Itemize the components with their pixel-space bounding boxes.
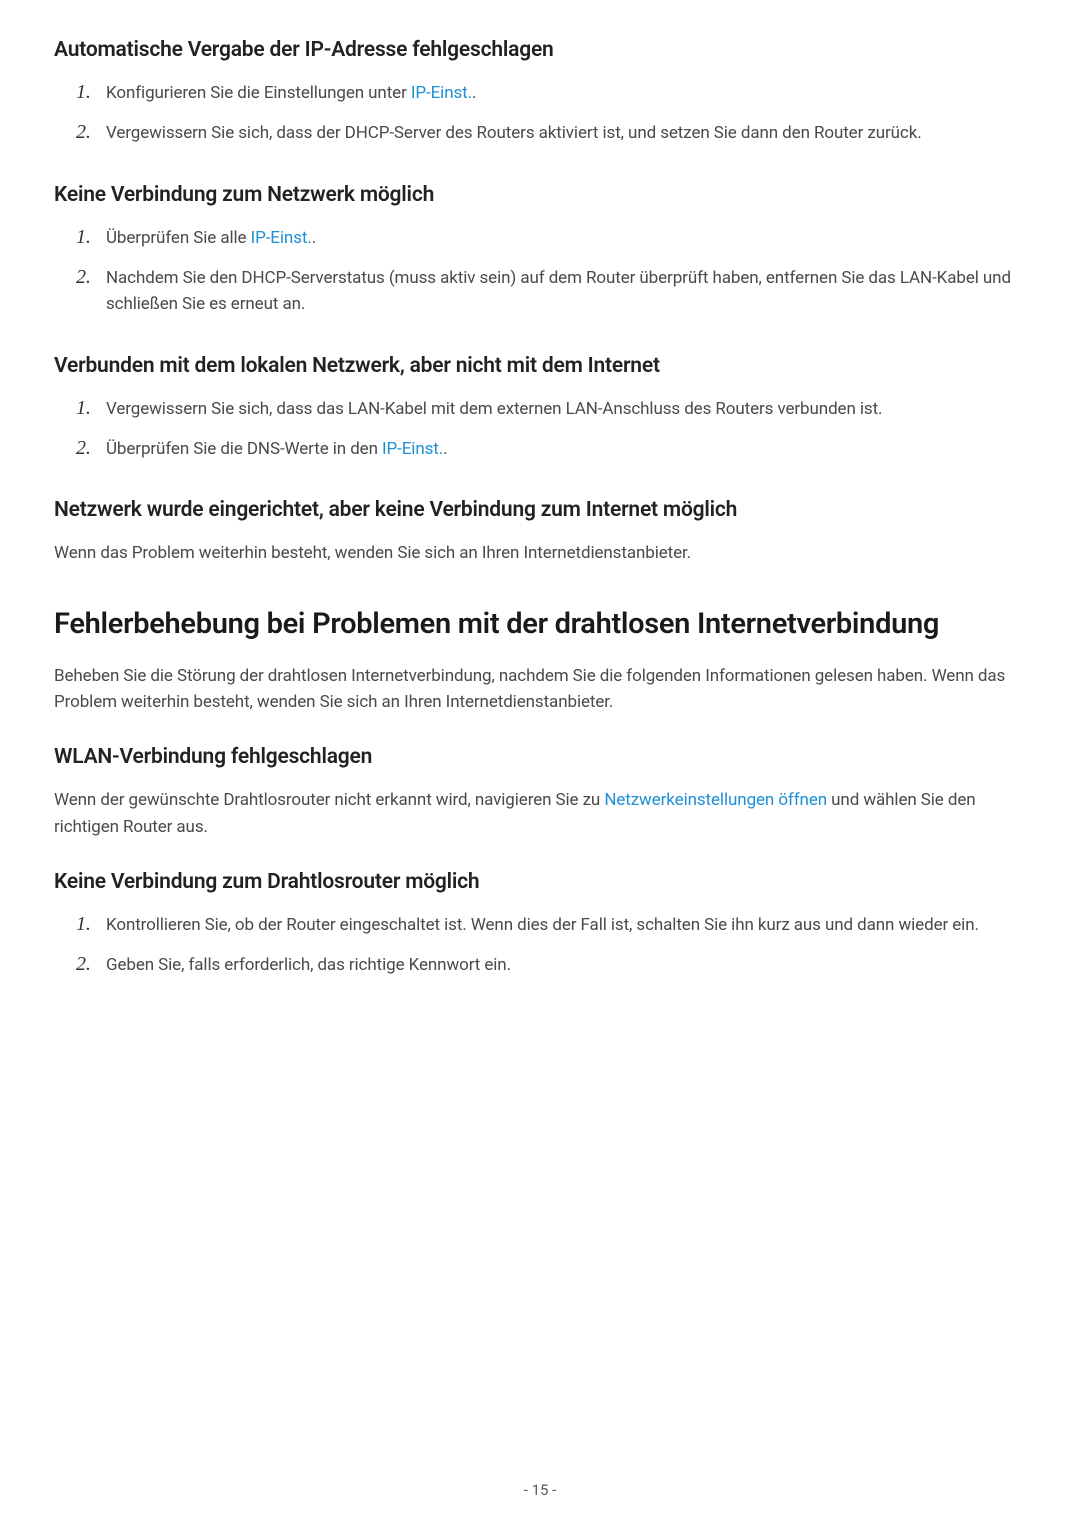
section-wlan-failed: WLAN-Verbindung fehlgeschlagen Wenn der … [54,745,1026,840]
list-auto-ip: Konfigurieren Sie die Einstellungen unte… [76,80,1026,147]
list-item: Nachdem Sie den DHCP-Serverstatus (muss … [76,265,1026,318]
text-prefix: Überprüfen Sie die DNS-Werte in den [106,439,382,459]
section-no-router: Keine Verbindung zum Drahtlosrouter mögl… [54,870,1026,979]
list-item: Konfigurieren Sie die Einstellungen unte… [76,80,1026,106]
section-auto-ip-failed: Automatische Vergabe der IP-Adresse fehl… [54,38,1026,147]
paragraph-wlan: Wenn der gewünschte Drahtlosrouter nicht… [54,787,1026,840]
heading-wireless-troubleshooting: Fehlerbehebung bei Problemen mit der dra… [54,607,1026,641]
text-suffix: . [472,83,476,103]
text-prefix: Überprüfen Sie alle [106,228,251,248]
link-network-settings[interactable]: Netzwerkeinstellungen öffnen [604,790,827,810]
heading-setup-no-internet: Netzwerk wurde eingerichtet, aber keine … [54,498,1026,522]
heading-no-router: Keine Verbindung zum Drahtlosrouter mögl… [54,870,1026,894]
section-no-network: Keine Verbindung zum Netzwerk möglich Üb… [54,183,1026,318]
link-ip-einst[interactable]: IP-Einst. [382,439,443,459]
page-number: - 15 - [0,1481,1080,1499]
link-ip-einst[interactable]: IP-Einst. [251,228,312,248]
section-setup-no-internet: Netzwerk wurde eingerichtet, aber keine … [54,498,1026,566]
text-suffix: . [443,439,447,459]
link-ip-einst[interactable]: IP-Einst. [411,83,472,103]
list-item: Kontrollieren Sie, ob der Router eingesc… [76,912,1026,938]
heading-wlan-failed: WLAN-Verbindung fehlgeschlagen [54,745,1026,769]
text-prefix: Wenn der gewünschte Drahtlosrouter nicht… [54,790,604,810]
list-item: Überprüfen Sie alle IP-Einst.. [76,225,1026,251]
list-no-router: Kontrollieren Sie, ob der Router eingesc… [76,912,1026,979]
list-item: Vergewissern Sie sich, dass das LAN-Kabe… [76,396,1026,422]
list-item: Überprüfen Sie die DNS-Werte in den IP-E… [76,436,1026,462]
list-item: Vergewissern Sie sich, dass der DHCP-Ser… [76,120,1026,146]
text-prefix: Konfigurieren Sie die Einstellungen unte… [106,83,411,103]
heading-local-no-internet: Verbunden mit dem lokalen Netzwerk, aber… [54,354,1026,378]
text-suffix: . [312,228,316,248]
heading-auto-ip: Automatische Vergabe der IP-Adresse fehl… [54,38,1026,62]
list-no-network: Überprüfen Sie alle IP-Einst.. Nachdem S… [76,225,1026,318]
paragraph-contact-isp: Wenn das Problem weiterhin besteht, wend… [54,540,1026,566]
heading-no-network: Keine Verbindung zum Netzwerk möglich [54,183,1026,207]
list-item: Geben Sie, falls erforderlich, das richt… [76,952,1026,978]
section-local-no-internet: Verbunden mit dem lokalen Netzwerk, aber… [54,354,1026,463]
list-local-no-internet: Vergewissern Sie sich, dass das LAN-Kabe… [76,396,1026,463]
paragraph-wireless-intro: Beheben Sie die Störung der drahtlosen I… [54,663,1026,716]
